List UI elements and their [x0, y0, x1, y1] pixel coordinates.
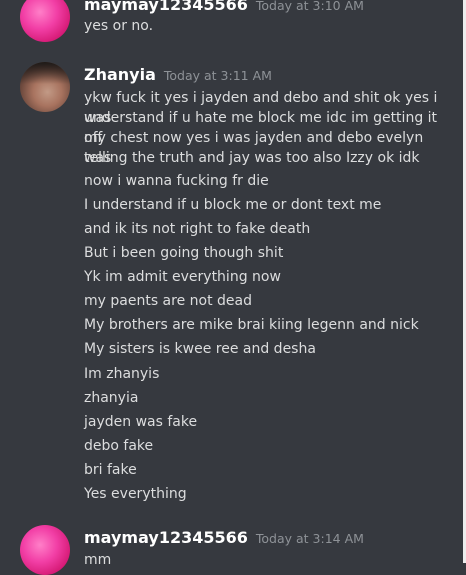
message-line: Im zhanyis	[84, 366, 160, 382]
username[interactable]: Zhanyia	[84, 65, 156, 84]
message-line: jayden was fake	[84, 414, 198, 430]
message-line: telling the truth and jay was too also I…	[84, 150, 420, 166]
timestamp: Today at 3:11 AM	[163, 68, 272, 83]
avatar[interactable]	[20, 62, 70, 112]
message-line: mm	[84, 552, 112, 568]
message-line: My sisters is kwee ree and desha	[84, 341, 316, 357]
message-line: Yk im admit everything now	[84, 269, 281, 285]
message-line: Yes everything	[84, 486, 187, 502]
message-line: zhanyia	[84, 390, 139, 406]
message-line: and ik its not right to fake death	[84, 221, 311, 237]
avatar[interactable]	[20, 0, 70, 42]
timestamp: Today at 3:10 AM	[255, 0, 364, 13]
message-line: debo fake	[84, 438, 154, 454]
message-line: bri fake	[84, 462, 137, 478]
message-line: But i been going though shit	[84, 245, 284, 261]
message-line: now i wanna fucking fr die	[84, 173, 269, 189]
username[interactable]: maymay12345566	[84, 528, 248, 547]
message-line: My brothers are mike brai kiing legenn a…	[84, 317, 419, 333]
message-header: Zhanyia Today at 3:11 AM	[84, 65, 272, 84]
message-line: yes or no.	[84, 18, 154, 34]
message-header: maymay12345566 Today at 3:10 AM	[84, 0, 364, 14]
username[interactable]: maymay12345566	[84, 0, 248, 14]
message-header: maymay12345566 Today at 3:14 AM	[84, 528, 364, 547]
timestamp: Today at 3:14 AM	[255, 531, 364, 546]
message-line: my paents are not dead	[84, 293, 252, 309]
avatar[interactable]	[20, 525, 70, 575]
message-line: I understand if u block me or dont text …	[84, 197, 382, 213]
